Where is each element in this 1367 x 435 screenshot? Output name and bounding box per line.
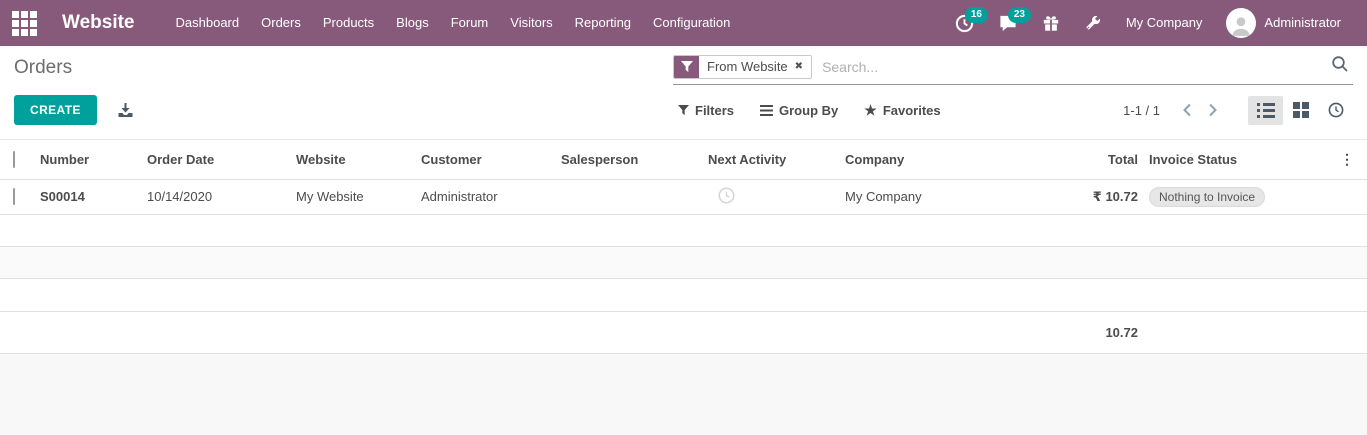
messages-button[interactable]: 23 [986,0,1031,46]
pager-counter: 1-1 / 1 [1123,102,1160,118]
select-all-checkbox[interactable] [13,150,15,168]
header-customer[interactable]: Customer [421,140,561,180]
export-button[interactable] [117,102,134,118]
search-bar: From Website ✖ [673,51,1353,85]
header-company[interactable]: Company [845,140,1040,180]
view-switcher [1248,95,1353,125]
invoice-status-badge: Nothing to Invoice [1149,186,1266,207]
empty-row [0,278,1367,312]
list-view-icon [1256,102,1275,118]
user-avatar [1226,8,1257,38]
filters-funnel-icon [678,104,689,115]
facet-remove-icon[interactable]: ✖ [795,61,803,72]
activity-clock-icon [1328,102,1343,118]
header-total[interactable]: Total [1040,140,1140,180]
tools-button[interactable] [1072,0,1114,46]
favorites-star-icon: ★ [864,101,877,118]
company-switcher[interactable]: My Company [1114,0,1215,46]
group-by-bars-icon [760,104,774,116]
menu-item-dashboard[interactable]: Dashboard [165,0,251,46]
table-row[interactable]: S00014 10/14/2020 My Website Administrat… [0,179,1367,215]
pager-next-button[interactable] [1200,99,1226,121]
pager-and-views: 1-1 / 1 [1123,95,1353,125]
list-view-button[interactable] [1248,95,1283,125]
navbar-systray: 16 23 My Company Administrator [943,0,1353,46]
menu-item-products[interactable]: Products [312,0,385,46]
messages-count-badge: 23 [1007,7,1031,23]
top-navbar: Website Dashboard Orders Products Blogs … [0,0,1367,46]
row-checkbox[interactable] [13,188,15,205]
wrench-icon [1086,15,1100,30]
breadcrumb-page-title: Orders [14,57,73,78]
cell-total[interactable]: ₹ 10.72 [1040,179,1140,215]
footer-total-sum: 10.72 [1105,324,1138,340]
menu-item-blogs[interactable]: Blogs [385,0,440,46]
apps-menu-button[interactable] [0,0,48,46]
kanban-view-button[interactable] [1283,96,1318,125]
search-facet-from-website[interactable]: From Website ✖ [673,54,813,79]
menu-item-forum[interactable]: Forum [440,0,500,46]
cell-company[interactable]: My Company [845,179,1040,215]
header-next-activity[interactable]: Next Activity [708,140,845,180]
group-by-menu-button[interactable]: Group By [760,103,838,118]
referral-button[interactable] [1030,0,1072,46]
chevron-right-icon [1209,103,1217,117]
app-brand-title[interactable]: Website [62,12,135,34]
filters-menu-button[interactable]: Filters [678,103,734,118]
favorites-menu-button[interactable]: ★ Favorites [864,102,940,119]
menu-item-configuration[interactable]: Configuration [642,0,741,46]
table-header-row: Number Order Date Website Customer Sales… [0,140,1367,180]
activities-count-badge: 16 [964,7,988,23]
filter-funnel-icon [674,55,699,78]
cell-salesperson[interactable] [561,179,708,215]
activity-view-button[interactable] [1318,96,1353,125]
control-panel-buttons: CREATE Filters Group By ★ Favorites 1-1 … [0,90,1367,130]
next-activity-clock-icon[interactable] [718,187,735,204]
search-icon[interactable] [1327,55,1353,78]
optional-columns-icon[interactable]: ⋮ [1340,151,1354,167]
orders-list-view: Number Order Date Website Customer Sales… [0,139,1367,353]
kanban-view-icon [1292,102,1309,118]
pager-previous-button[interactable] [1174,99,1200,121]
create-button[interactable]: CREATE [14,95,97,125]
chevron-left-icon [1183,103,1191,117]
activities-button[interactable]: 16 [943,0,988,46]
header-number[interactable]: Number [40,140,147,180]
header-invoice-status[interactable]: Invoice Status [1140,140,1340,180]
user-name-label: Administrator [1264,15,1341,30]
header-salesperson[interactable]: Salesperson [561,140,708,180]
search-options: Filters Group By ★ Favorites [678,102,941,119]
menu-item-visitors[interactable]: Visitors [499,0,563,46]
menu-item-reporting[interactable]: Reporting [564,0,642,46]
download-icon [118,103,133,117]
table-footer-row: 10.72 [0,311,1367,353]
control-panel-top: Orders From Website ✖ [0,46,1367,90]
page-background [0,353,1367,435]
search-input[interactable] [812,58,1327,75]
facet-label: From Website [707,59,788,74]
header-website[interactable]: Website [296,140,421,180]
cell-number[interactable]: S00014 [40,179,147,215]
cell-website[interactable]: My Website [296,179,421,215]
user-menu[interactable]: Administrator [1214,0,1353,46]
cell-customer[interactable]: Administrator [421,179,561,215]
gift-icon [1043,15,1059,31]
cell-invoice-status[interactable]: Nothing to Invoice [1140,179,1340,215]
person-icon [1232,17,1251,36]
empty-row [0,214,1367,247]
header-order-date[interactable]: Order Date [147,140,296,180]
menu-item-orders[interactable]: Orders [250,0,312,46]
cell-order-date[interactable]: 10/14/2020 [147,179,296,215]
empty-row [0,246,1367,279]
main-menu: Dashboard Orders Products Blogs Forum Vi… [165,0,742,46]
apps-grid-icon [11,10,37,36]
cell-next-activity[interactable] [708,179,845,215]
